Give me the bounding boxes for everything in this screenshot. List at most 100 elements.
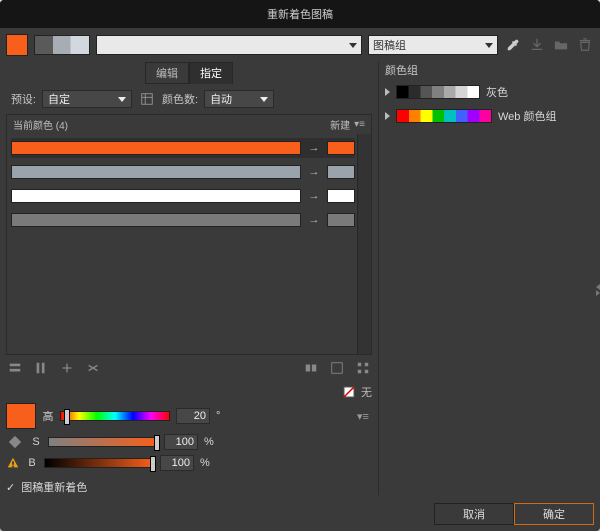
- chevron-down-icon: [349, 43, 357, 48]
- preset-label: 预设:: [6, 91, 36, 107]
- color-group-row[interactable]: Web 颜色组: [385, 106, 594, 126]
- preset-options-icon[interactable]: [138, 90, 156, 108]
- panel-resize-handle[interactable]: [596, 284, 600, 294]
- hue-input[interactable]: 20: [176, 408, 210, 424]
- window-title: 重新着色图稿: [267, 6, 333, 22]
- checkmark-icon[interactable]: ✓: [6, 481, 15, 494]
- color-row[interactable]: →: [11, 162, 355, 182]
- cancel-button[interactable]: 取消: [434, 503, 514, 525]
- titlebar: 重新着色图稿: [0, 0, 600, 28]
- columns: 编辑 指定 预设: 自定 颜色数: 自动: [6, 62, 594, 495]
- artwork-colors-strip[interactable]: [34, 35, 90, 55]
- artwork-colors-dropdown[interactable]: [96, 35, 362, 55]
- global-color-icon[interactable]: [6, 433, 24, 451]
- hue-label: 高: [42, 408, 54, 424]
- source-color-bar[interactable]: [11, 213, 301, 227]
- sat-label: S: [30, 436, 42, 448]
- top-row: 图稿组: [6, 34, 594, 56]
- recolor-dialog: 重新着色图稿 图稿组: [0, 0, 600, 531]
- column-view-icon[interactable]: [32, 359, 50, 377]
- merge-icon[interactable]: [58, 359, 76, 377]
- arrow-right-icon[interactable]: →: [307, 190, 321, 202]
- current-color-slab[interactable]: [6, 403, 36, 429]
- recolor-checkbox-label[interactable]: 图稿重新着色: [21, 479, 87, 495]
- chevron-down-icon: [485, 43, 493, 48]
- current-colors-label: 当前颜色 (4): [13, 117, 68, 132]
- target-color-swatch[interactable]: [327, 213, 355, 227]
- tab-assign[interactable]: 指定: [189, 62, 233, 84]
- target-color-swatch[interactable]: [327, 165, 355, 179]
- bri-slider[interactable]: [44, 458, 154, 468]
- preset-select[interactable]: 自定: [42, 90, 132, 108]
- chevron-down-icon: [118, 97, 126, 102]
- color-group-name: 灰色: [486, 84, 508, 100]
- disclosure-triangle-icon[interactable]: [385, 88, 390, 96]
- exclude-icon[interactable]: [302, 359, 320, 377]
- active-color-swatch[interactable]: [6, 34, 28, 56]
- target-color-swatch[interactable]: [327, 141, 355, 155]
- color-group-name: Web 颜色组: [498, 108, 556, 124]
- color-group-swatch: [396, 85, 480, 99]
- out-of-gamut-icon[interactable]: [6, 456, 20, 470]
- new-colors-label: 新建: [330, 117, 350, 132]
- panel-head: 当前颜色 (4) 新建 ▾≡: [7, 115, 371, 134]
- sat-input[interactable]: 100: [164, 434, 198, 450]
- color-row[interactable]: →: [11, 138, 355, 158]
- bri-unit: %: [200, 457, 210, 469]
- colors-label: 颜色数:: [162, 91, 198, 107]
- chevron-down-icon: [260, 97, 268, 102]
- preset-row: 预设: 自定 颜色数: 自动: [6, 90, 372, 108]
- panel-scrollbar[interactable]: [357, 134, 371, 354]
- save-group-icon[interactable]: [528, 36, 546, 54]
- tabs: 编辑 指定: [6, 62, 372, 84]
- colors-value: 自动: [210, 91, 232, 107]
- color-mode-icon[interactable]: ▾≡: [354, 407, 372, 425]
- source-color-bar[interactable]: [11, 189, 301, 203]
- colors-select[interactable]: 自动: [204, 90, 274, 108]
- arrow-right-icon[interactable]: →: [307, 214, 321, 226]
- trash-icon[interactable]: [576, 36, 594, 54]
- hue-slider[interactable]: [60, 411, 170, 421]
- left-column: 编辑 指定 预设: 自定 颜色数: 自动: [6, 62, 372, 495]
- hue-unit: °: [216, 410, 220, 422]
- target-color-swatch[interactable]: [327, 189, 355, 203]
- color-groups-heading: 颜色组: [385, 62, 594, 78]
- recolor-checkbox-row: ✓ 图稿重新着色: [6, 479, 372, 495]
- folder-icon[interactable]: [552, 36, 570, 54]
- color-group-list: 灰色 Web 颜色组: [385, 82, 594, 495]
- color-row[interactable]: →: [11, 210, 355, 230]
- color-mapping-panel: 当前颜色 (4) 新建 ▾≡ → → → →: [6, 114, 372, 355]
- footer: 取消 确定: [6, 503, 594, 525]
- none-label: 无: [361, 384, 372, 400]
- sat-row: S 100 %: [6, 433, 372, 451]
- new-row-icon[interactable]: [328, 359, 346, 377]
- row-view-icon[interactable]: [6, 359, 24, 377]
- arrow-right-icon[interactable]: →: [307, 166, 321, 178]
- eyedropper-icon[interactable]: [504, 36, 522, 54]
- bri-input[interactable]: 100: [160, 455, 194, 471]
- none-icon[interactable]: [340, 383, 358, 401]
- disclosure-triangle-icon[interactable]: [385, 112, 390, 120]
- panel-menu-icon[interactable]: ▾≡: [354, 119, 365, 130]
- hue-row: 高 20 ° ▾≡: [6, 403, 372, 429]
- source-color-bar[interactable]: [11, 165, 301, 179]
- tab-edit[interactable]: 编辑: [145, 62, 189, 84]
- panel-tools: [6, 359, 372, 377]
- swatches-icon[interactable]: [354, 359, 372, 377]
- sat-unit: %: [204, 436, 214, 448]
- arrow-right-icon[interactable]: →: [307, 142, 321, 154]
- color-group-row[interactable]: 灰色: [385, 82, 594, 102]
- split-icon[interactable]: [84, 359, 102, 377]
- preset-value: 自定: [48, 91, 70, 107]
- right-column: 颜色组 灰色 Web 颜色组: [378, 62, 594, 495]
- color-group-dropdown[interactable]: 图稿组: [368, 35, 498, 55]
- ok-button[interactable]: 确定: [514, 503, 594, 525]
- source-color-bar[interactable]: [11, 141, 301, 155]
- color-row[interactable]: →: [11, 186, 355, 206]
- sat-slider[interactable]: [48, 437, 158, 447]
- color-group-swatch: [396, 109, 492, 123]
- dialog-body: 图稿组 编辑 指定: [0, 28, 600, 531]
- bri-row: B 100 %: [6, 455, 372, 471]
- color-group-dropdown-label: 图稿组: [373, 37, 406, 53]
- bri-label: B: [26, 457, 38, 469]
